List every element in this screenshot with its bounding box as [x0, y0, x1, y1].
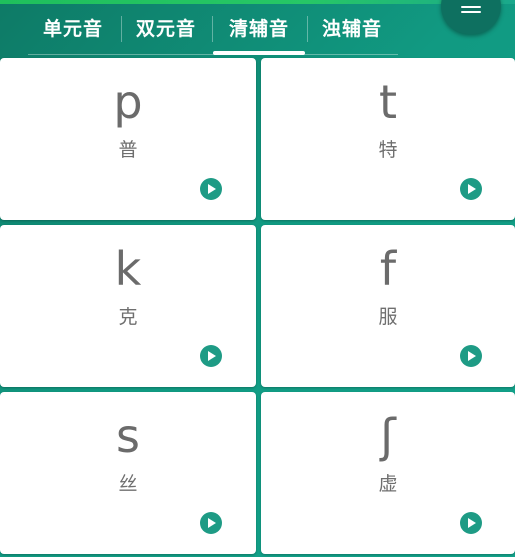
- phonetic-symbol: ʃ: [380, 409, 396, 463]
- phoneme-card-t[interactable]: t 特: [261, 58, 515, 220]
- play-icon[interactable]: [200, 345, 222, 367]
- phoneme-card-s[interactable]: s 丝: [0, 392, 256, 554]
- phoneme-card-f[interactable]: f 服: [261, 225, 515, 387]
- tab-divider: [121, 16, 122, 42]
- phonetic-symbol: p: [113, 75, 143, 129]
- tab-divider: [307, 16, 308, 42]
- phonetic-symbol: f: [379, 242, 397, 296]
- chinese-hint: 克: [118, 306, 138, 328]
- tab-monophthongs[interactable]: 单元音: [30, 14, 116, 44]
- tab-diphthongs[interactable]: 双元音: [123, 14, 209, 44]
- play-icon[interactable]: [460, 512, 482, 534]
- phonetic-symbol: k: [114, 242, 142, 296]
- play-icon[interactable]: [460, 178, 482, 200]
- tab-divider: [212, 16, 213, 42]
- chinese-hint: 虚: [378, 473, 398, 495]
- phoneme-card-esh[interactable]: ʃ 虚: [261, 392, 515, 554]
- chinese-hint: 特: [378, 139, 398, 161]
- tab-bar: 单元音 双元音 清辅音 浊辅音: [0, 4, 515, 56]
- chinese-hint: 普: [118, 139, 138, 161]
- phoneme-card-p[interactable]: p 普: [0, 58, 256, 220]
- tab-voiceless-consonants[interactable]: 清辅音: [216, 14, 302, 44]
- phonetic-symbol: t: [378, 75, 398, 129]
- play-icon[interactable]: [200, 512, 222, 534]
- phonetic-symbol: s: [116, 409, 140, 463]
- tab-voiced-consonants[interactable]: 浊辅音: [309, 14, 395, 44]
- chinese-hint: 服: [378, 306, 398, 328]
- phoneme-card-k[interactable]: k 克: [0, 225, 256, 387]
- chinese-hint: 丝: [118, 473, 138, 495]
- play-icon[interactable]: [460, 345, 482, 367]
- play-icon[interactable]: [200, 178, 222, 200]
- active-tab-indicator: [213, 51, 305, 55]
